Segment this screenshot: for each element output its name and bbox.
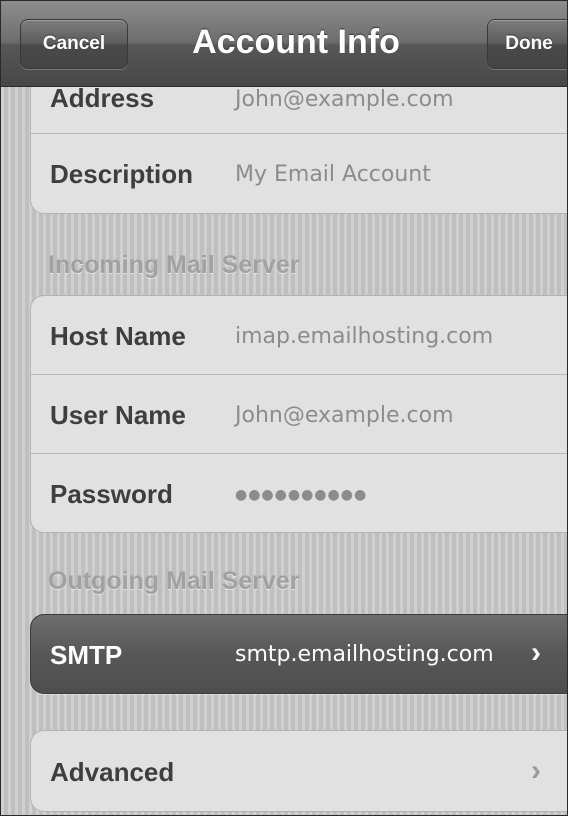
user-name-label: User Name [50, 400, 186, 430]
user-name-field[interactable]: John@example.com [235, 403, 454, 428]
password-label: Password [50, 479, 173, 509]
page-title: Account Info [192, 23, 400, 61]
advanced-group: Advanced › [30, 730, 567, 812]
description-row[interactable]: Description My Email Account [31, 134, 567, 212]
outgoing-server-header: Outgoing Mail Server [48, 567, 300, 595]
screen: Cancel Account Info Done Address John@ex… [0, 0, 568, 816]
chevron-right-icon: › [531, 754, 541, 787]
incoming-server-header: Incoming Mail Server [48, 251, 300, 279]
address-label: Address [50, 83, 155, 113]
cancel-button[interactable]: Cancel [20, 19, 128, 69]
advanced-row[interactable]: Advanced › [31, 731, 567, 811]
address-field[interactable]: John@example.com [235, 87, 454, 112]
smtp-label: SMTP [50, 640, 123, 670]
navigation-bar: Cancel Account Info Done [1, 1, 567, 87]
done-button[interactable]: Done [487, 19, 567, 69]
host-name-label: Host Name [50, 321, 186, 351]
smtp-row[interactable]: SMTP smtp.emailhosting.com › [30, 614, 567, 694]
chevron-right-icon: › [531, 636, 541, 669]
user-name-row[interactable]: User Name John@example.com [31, 375, 567, 454]
description-label: Description [50, 159, 194, 189]
host-name-row[interactable]: Host Name imap.emailhosting.com [31, 296, 567, 375]
host-name-field[interactable]: imap.emailhosting.com [235, 324, 493, 349]
password-row[interactable]: Password ●●●●●●●●●● [31, 454, 567, 532]
password-field[interactable]: ●●●●●●●●●● [235, 487, 367, 503]
smtp-server-value: smtp.emailhosting.com [235, 642, 494, 667]
description-field[interactable]: My Email Account [235, 162, 431, 187]
advanced-label: Advanced [50, 757, 175, 787]
incoming-server-group: Host Name imap.emailhosting.com User Nam… [30, 295, 567, 533]
